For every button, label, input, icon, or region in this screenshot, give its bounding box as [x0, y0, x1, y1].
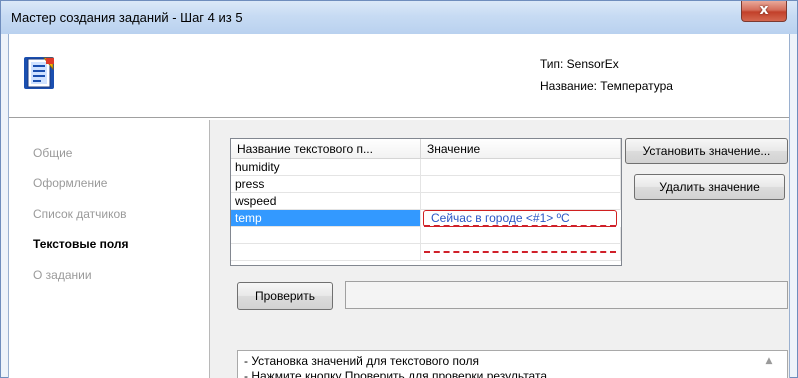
row-name: temp	[231, 210, 421, 227]
highlight-dash-bottom	[424, 251, 616, 253]
row-name	[231, 244, 421, 261]
check-button[interactable]: Проверить	[237, 282, 333, 310]
wizard-steps-sidebar: Общие Оформление Список датчиков Текстов…	[9, 120, 209, 378]
sidebar-item-design[interactable]: Оформление	[33, 176, 107, 190]
row-name: humidity	[231, 159, 421, 176]
table-row-empty	[231, 227, 621, 244]
delete-value-button[interactable]: Удалить значение	[634, 174, 785, 200]
task-type: Тип: SensorEx	[540, 57, 619, 71]
table-row[interactable]: press	[231, 176, 621, 193]
wizard-window: Мастер создания заданий - Шаг 4 из 5 x Т…	[0, 0, 798, 378]
table-header: Название текстового п... Значение	[231, 139, 621, 159]
task-name: Название: Температура	[540, 79, 673, 93]
wizard-document-icon	[24, 57, 54, 89]
row-name	[231, 227, 421, 244]
info-line-2: - Нажмите кнопку Проверить для проверки …	[244, 369, 547, 378]
sidebar-item-general[interactable]: Общие	[33, 146, 72, 160]
info-textbox[interactable]: - Установка значений для текстового поля…	[237, 350, 788, 378]
client-area: Тип: SensorEx Название: Температура Общи…	[8, 34, 790, 378]
row-value	[421, 176, 621, 193]
highlight-dash-top	[424, 225, 616, 227]
row-name: wspeed	[231, 193, 421, 210]
sidebar-item-sensors[interactable]: Список датчиков	[33, 207, 127, 221]
close-icon: x	[759, 2, 769, 18]
sidebar-item-about[interactable]: О задании	[33, 268, 92, 282]
window-title: Мастер создания заданий - Шаг 4 из 5	[11, 10, 243, 25]
info-line-1: - Установка значений для текстового поля	[244, 354, 479, 368]
sidebar-item-text-fields[interactable]: Текстовые поля	[33, 237, 129, 251]
check-result-field	[345, 281, 788, 309]
row-name: press	[231, 176, 421, 193]
row-value	[421, 193, 621, 210]
close-button[interactable]: x	[741, 1, 787, 22]
main-panel: Название текстового п... Значение humidi…	[209, 120, 789, 378]
table-row[interactable]: wspeed	[231, 193, 621, 210]
row-value	[421, 159, 621, 176]
column-header-name[interactable]: Название текстового п...	[231, 139, 421, 159]
column-header-value[interactable]: Значение	[421, 139, 621, 159]
set-value-button[interactable]: Установить значение...	[625, 138, 788, 164]
wizard-header: Тип: SensorEx Название: Температура	[9, 34, 789, 118]
table-row[interactable]: humidity	[231, 159, 621, 176]
title-bar[interactable]: Мастер создания заданий - Шаг 4 из 5 x	[1, 1, 797, 34]
scroll-up-icon[interactable]: ▲	[762, 354, 776, 368]
row-value	[421, 227, 621, 244]
text-fields-table[interactable]: Название текстового п... Значение humidi…	[230, 138, 622, 266]
